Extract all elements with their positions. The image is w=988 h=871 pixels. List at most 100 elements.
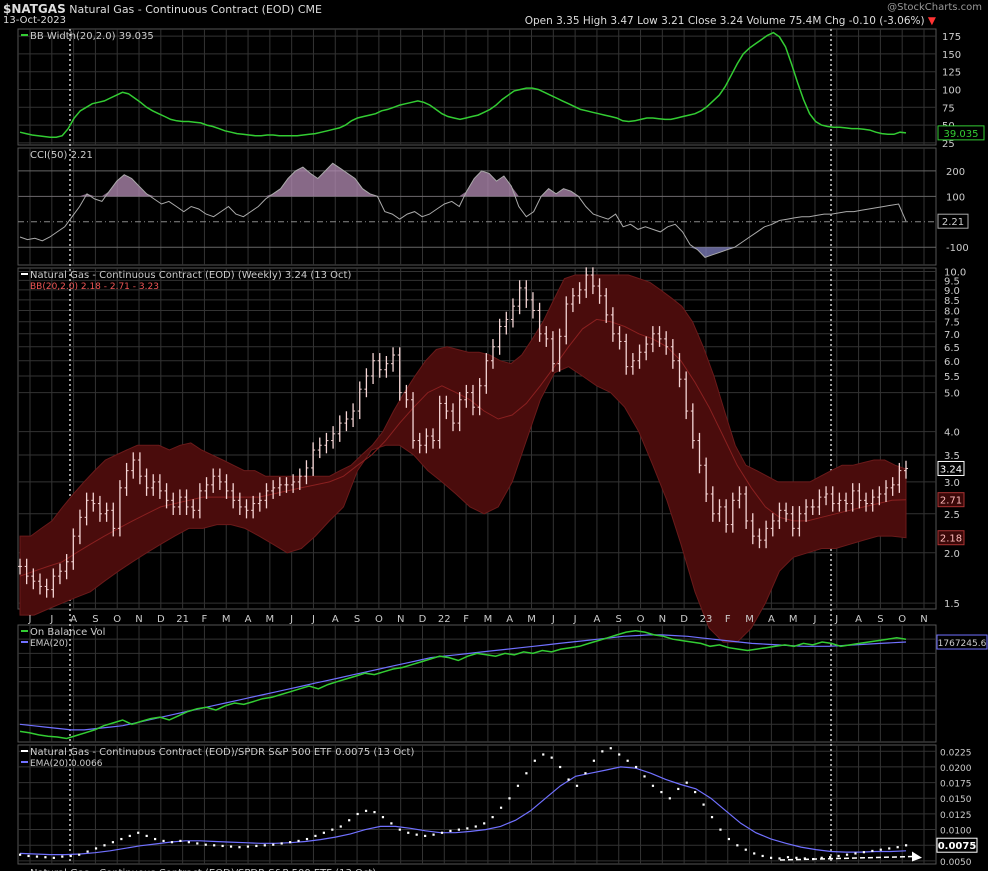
price-last-value: 3.24 <box>940 464 962 475</box>
ratio-point <box>246 845 250 848</box>
high-value: 3.47 <box>610 15 634 27</box>
y-tick-label: 9.0 <box>944 286 960 297</box>
ratio-point <box>238 846 241 849</box>
x-tick-label: A <box>768 614 775 625</box>
ratio-point <box>795 856 798 859</box>
y-tick-label: 2.0 <box>944 549 960 560</box>
ratio-point <box>879 848 882 851</box>
x-tick-label: M <box>484 614 493 625</box>
ratio-point <box>170 841 174 844</box>
ratio-point <box>305 837 309 841</box>
chg-label: Chg <box>824 15 846 27</box>
ratio-point <box>660 790 663 794</box>
x-tick-label: 23 <box>700 614 713 625</box>
y-tick-label: 100 <box>942 85 961 96</box>
y-tick-label: 125 <box>942 68 961 79</box>
cci-title: CCI(50) 2.21 <box>30 150 93 161</box>
y-tick-label: 5.5 <box>944 372 960 383</box>
ratio-point <box>905 844 908 847</box>
ratio-ema-line <box>19 766 907 856</box>
ratio-point <box>27 854 30 858</box>
ratio-point <box>584 772 587 775</box>
ratio-point <box>559 765 562 769</box>
ratio-point <box>499 806 503 809</box>
ratio-point <box>854 852 857 855</box>
obv-ema-line <box>19 634 907 731</box>
y-tick-label: 7.5 <box>944 318 960 329</box>
open-value: 3.35 <box>556 15 580 27</box>
y-tick-label: 6.5 <box>944 343 960 354</box>
y-tick-label: 0.0050 <box>940 858 972 868</box>
x-tick-label: 21 <box>176 614 189 625</box>
ratio-point <box>61 855 64 858</box>
x-tick-label: M <box>745 614 754 625</box>
ratio-point <box>162 839 165 843</box>
ratio-point <box>297 839 300 843</box>
ratio-point <box>44 856 47 859</box>
ratio-point <box>609 747 612 750</box>
ratio-point <box>204 843 207 846</box>
ratio-last-value: 0.0075 <box>938 841 977 852</box>
x-tick-label: J <box>28 614 32 625</box>
ratio-point <box>103 844 106 847</box>
x-tick-label: F <box>725 614 731 625</box>
ratio-point <box>449 829 452 833</box>
ratio-point <box>407 831 410 834</box>
ratio-point <box>466 827 469 830</box>
watermark: @StockCharts.com <box>887 2 982 13</box>
x-tick-label: S <box>354 614 360 625</box>
ratio-point <box>69 854 72 858</box>
chart-date: 13-Oct-2023 <box>3 15 66 26</box>
y-tick-label: 0.0225 <box>940 748 972 758</box>
bollinger-band-fill <box>19 274 907 643</box>
x-tick-label: J <box>289 614 293 625</box>
x-tick-label: A <box>245 614 252 625</box>
y-tick-label: 200 <box>946 167 965 178</box>
ratio-point <box>618 753 621 756</box>
ratio-point <box>432 833 435 836</box>
x-tick-label: J <box>311 614 315 625</box>
x-tick-label: S <box>92 614 98 625</box>
ratio-point <box>634 765 638 769</box>
ratio-point <box>592 759 595 762</box>
ratio-point <box>567 778 570 781</box>
ratio-point <box>685 781 688 784</box>
ratio-point <box>52 856 55 859</box>
chart-header: $NATGAS Natural Gas - Continuous Contrac… <box>3 2 322 16</box>
x-tick-label: M <box>789 614 798 625</box>
obv-line <box>19 629 907 740</box>
ratio-point <box>373 811 376 814</box>
ratio-point <box>474 825 477 828</box>
cci-line <box>19 162 907 258</box>
x-tick-label: A <box>506 614 513 625</box>
x-tick-label: S <box>877 614 883 625</box>
y-tick-label: 1.5 <box>944 599 960 610</box>
ratio-point <box>78 853 81 856</box>
ratio-point <box>710 816 714 819</box>
obv-ema-label: EMA(20) <box>30 639 68 649</box>
bb-legend-label: BB(20,2.0) 2.18 - 2.71 - 3.23 <box>30 282 159 292</box>
x-tick-label: F <box>202 614 208 625</box>
x-tick-label: M <box>527 614 536 625</box>
down-arrow-icon: ▼ <box>927 15 936 27</box>
bbw-last-value: 39.035 <box>944 129 979 140</box>
cci-overbought-fill <box>20 163 906 197</box>
x-tick-label: M <box>266 614 275 625</box>
ratio-point <box>35 855 39 858</box>
y-tick-label: 6.0 <box>944 357 960 368</box>
ratio-point <box>221 844 224 848</box>
y-tick-label: 175 <box>942 32 961 43</box>
ratio-point <box>137 831 140 834</box>
x-tick-label: A <box>70 614 77 625</box>
x-tick-label: O <box>637 614 645 625</box>
instrument-name: Natural Gas - Continuous Contract (EOD) <box>69 3 295 16</box>
chart-canvas: J J A S O N D 21 F M A M J J A S O N D 22 F M A M J J A S O N D 23 F M A M J… <box>17 28 988 871</box>
y-tick-label: 0.0100 <box>940 827 972 837</box>
ratio-point <box>331 828 334 831</box>
ratio-point <box>837 854 840 858</box>
y-tick-label: 0.0200 <box>940 764 972 774</box>
ratio-point <box>786 856 790 859</box>
ratio-point <box>356 812 359 816</box>
x-tick-label: S <box>616 614 622 625</box>
ratio-point <box>677 787 680 791</box>
